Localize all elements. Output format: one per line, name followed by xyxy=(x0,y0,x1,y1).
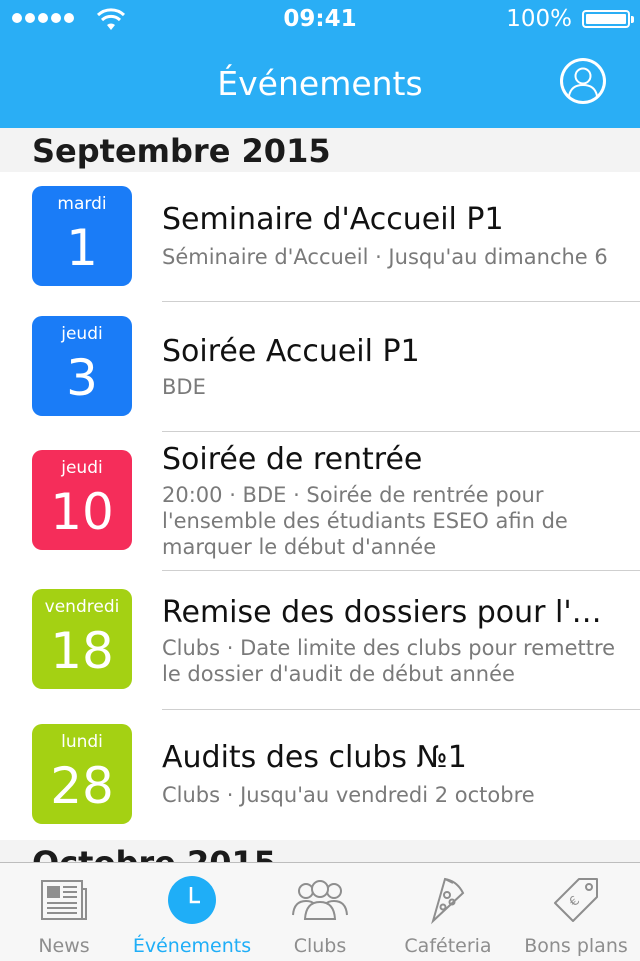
tab-bar: News Événements Clubs Caféteria € Bons p… xyxy=(0,862,640,961)
date-weekday: vendredi xyxy=(44,597,120,617)
tag-icon: € xyxy=(554,878,598,922)
battery-percentage: 100% xyxy=(506,6,572,32)
navigation-header: 09:41 100% Événements xyxy=(0,0,640,128)
tab-label: Clubs xyxy=(293,935,347,957)
event-row[interactable]: vendredi 18 Remise des dossiers pour l'a… xyxy=(0,571,640,710)
clock-icon xyxy=(168,876,216,924)
date-day: 18 xyxy=(50,622,114,680)
date-badge: vendredi 18 xyxy=(32,589,132,689)
pizza-icon xyxy=(431,877,465,925)
status-bar: 09:41 100% xyxy=(0,0,640,40)
tab-label: News xyxy=(38,935,90,957)
date-day: 28 xyxy=(50,757,114,815)
event-subtitle: BDE xyxy=(162,375,206,399)
event-subtitle: Clubs · Date limite des clubs pour remet… xyxy=(162,636,616,686)
profile-icon[interactable] xyxy=(558,56,608,106)
date-badge: lundi 28 xyxy=(32,724,132,824)
event-title: Seminaire d'Accueil P1 xyxy=(162,202,504,237)
tab-bons-plans[interactable]: € Bons plans xyxy=(512,863,640,961)
svg-text:€: € xyxy=(567,894,583,910)
event-list: mardi 1 Seminaire d'Accueil P1 Séminaire… xyxy=(0,172,640,840)
event-title: Soirée Accueil P1 xyxy=(162,334,420,369)
event-row[interactable]: jeudi 10 Soirée de rentrée 20:00 · BDE ·… xyxy=(0,432,640,571)
tab-label: Bons plans xyxy=(524,935,628,957)
tab-clubs[interactable]: Clubs xyxy=(256,863,384,961)
date-day: 1 xyxy=(66,219,98,277)
date-badge: jeudi 10 xyxy=(32,450,132,550)
tab-label: Caféteria xyxy=(404,935,492,957)
event-row[interactable]: jeudi 3 Soirée Accueil P1 BDE xyxy=(0,302,640,432)
tab-evenements[interactable]: Événements xyxy=(128,863,256,961)
event-row[interactable]: lundi 28 Audits des clubs №1 Clubs · Jus… xyxy=(0,710,640,840)
section-title: Septembre 2015 xyxy=(32,132,331,170)
date-day: 3 xyxy=(66,349,98,407)
event-row[interactable]: mardi 1 Seminaire d'Accueil P1 Séminaire… xyxy=(0,172,640,302)
date-weekday: lundi xyxy=(61,732,103,752)
date-badge: jeudi 3 xyxy=(32,316,132,416)
section-header-september: Septembre 2015 xyxy=(0,128,640,172)
newspaper-icon xyxy=(41,880,87,920)
tab-label: Événements xyxy=(132,935,252,957)
event-subtitle: Séminaire d'Accueil · Jusqu'au dimanche … xyxy=(162,245,608,269)
battery-icon xyxy=(582,10,634,28)
tab-news[interactable]: News xyxy=(0,863,128,961)
event-subtitle: Clubs · Jusqu'au vendredi 2 octobre xyxy=(162,783,535,807)
event-title: Audits des clubs №1 xyxy=(162,740,467,775)
date-weekday: jeudi xyxy=(61,324,103,344)
people-icon xyxy=(292,880,348,920)
event-title: Soirée de rentrée xyxy=(162,442,423,477)
date-badge: mardi 1 xyxy=(32,186,132,286)
tab-cafeteria[interactable]: Caféteria xyxy=(384,863,512,961)
date-weekday: jeudi xyxy=(61,458,103,478)
date-day: 10 xyxy=(50,483,114,541)
event-subtitle: 20:00 · BDE · Soirée de rentrée pour l'e… xyxy=(162,483,568,559)
page-title: Événements xyxy=(217,64,423,103)
event-title: Remise des dossiers pour l'a… xyxy=(162,595,610,630)
date-weekday: mardi xyxy=(57,194,107,214)
